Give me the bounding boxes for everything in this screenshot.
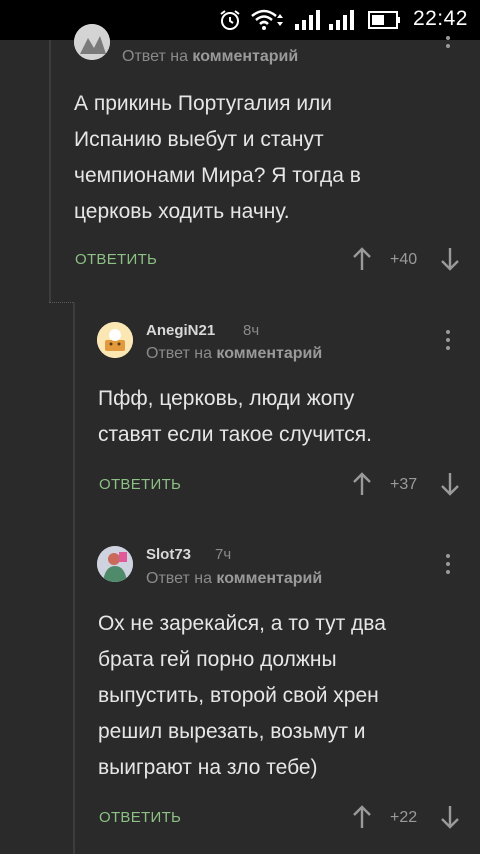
downvote-icon[interactable] xyxy=(438,471,462,497)
score: +37 xyxy=(390,476,418,493)
avatar[interactable] xyxy=(97,322,133,358)
avatar[interactable] xyxy=(74,24,110,60)
status-time: 22:42 xyxy=(412,7,468,30)
downvote-icon[interactable] xyxy=(438,246,462,272)
status-bar: 22:42 xyxy=(0,0,480,40)
upvote-icon[interactable] xyxy=(350,471,374,497)
score: +22 xyxy=(390,809,418,826)
upvote-icon[interactable] xyxy=(350,804,374,830)
reply-button[interactable]: ОТВЕТИТЬ xyxy=(75,251,157,268)
score: +40 xyxy=(390,251,418,268)
comment-text: Ох не зарекайся, а то тут два брата гей … xyxy=(98,612,386,779)
downvote-icon[interactable] xyxy=(438,804,462,830)
comment-time: 8ч xyxy=(243,322,260,339)
alarm-icon xyxy=(220,10,240,30)
reply-button[interactable]: ОТВЕТИТЬ xyxy=(99,476,181,493)
more-options-icon[interactable] xyxy=(438,328,458,352)
more-options-icon[interactable] xyxy=(438,552,458,576)
reply-to-label: Ответ на комментарий xyxy=(146,570,323,587)
reply-to-label: Ответ на комментарий xyxy=(122,48,299,65)
upvote-icon[interactable] xyxy=(350,246,374,272)
comment-time: 7ч xyxy=(215,546,232,563)
battery-icon xyxy=(368,11,400,29)
thread-line xyxy=(49,40,51,302)
reply-to-label: Ответ на комментарий xyxy=(146,345,323,362)
more-options-icon[interactable] xyxy=(438,34,458,58)
avatar[interactable] xyxy=(97,546,133,582)
comment-text: А прикинь Португалия или Испанию выебут … xyxy=(74,92,361,223)
comment-text: Пфф, церковь, люди жопу ставят если тако… xyxy=(98,387,372,446)
username[interactable]: Slot73 xyxy=(146,546,191,563)
thread-line xyxy=(73,302,75,854)
reply-button[interactable]: ОТВЕТИТЬ xyxy=(99,809,181,826)
wifi-icon xyxy=(251,9,283,30)
thread-connector xyxy=(49,302,73,303)
signal-icon xyxy=(295,10,320,30)
username[interactable]: AnegiN21 xyxy=(146,322,215,339)
signal-icon xyxy=(329,10,354,30)
